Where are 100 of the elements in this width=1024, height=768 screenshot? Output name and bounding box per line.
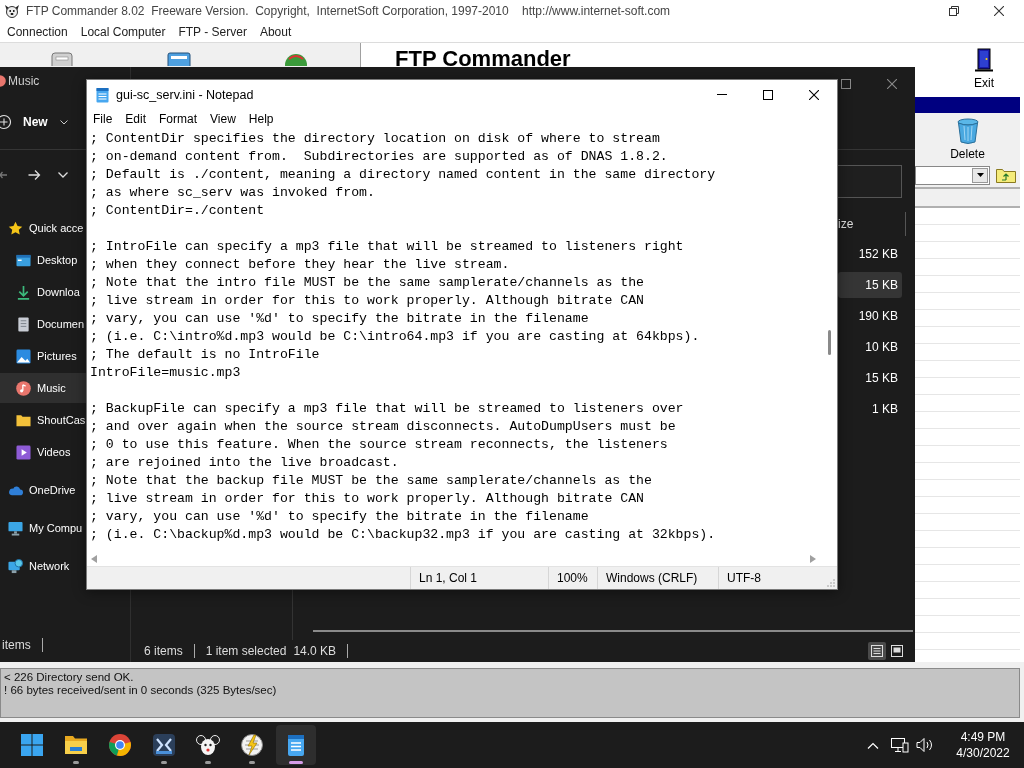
file-size-cell[interactable]: 1 KB [838,395,902,422]
scrollbar-thumb[interactable] [827,330,831,355]
menu-item[interactable]: Connection [7,25,68,39]
exit-button[interactable]: Exit [950,43,1018,97]
text-line: ; (i.e. C:\intro%d.mp3 would be C:\intro64.mp3 if you are casting at 64kbps). [90,328,700,346]
minimize-icon [717,94,727,95]
network-icon [8,558,23,574]
view-button[interactable] [868,642,886,660]
picture-icon [16,348,31,364]
file-size-cell[interactable]: 15 KB [838,271,902,298]
folder-icon [64,733,88,757]
scroll-right-icon[interactable] [810,554,816,563]
file-size-cell[interactable]: 15 KB [838,364,902,391]
resize-grip-icon[interactable] [827,579,835,587]
status-text: 14.0 KB [293,644,337,658]
nav-item[interactable]: My Compu [0,513,86,543]
monitor-icon[interactable] [166,50,192,66]
text-line: ; vary, you can use '%d' to specify the bitrate in the filename [90,310,589,328]
desktop-icon [16,252,31,268]
text-line: ; as where sc_serv was invoked from. [90,184,375,202]
menu-item[interactable]: About [259,25,292,39]
window-title: gui-sc_serv.ini - Notepad [116,87,254,102]
new-button[interactable]: New [0,106,74,138]
clock-date: 4/30/2022 [956,745,1010,761]
nav-item[interactable]: Quick acce [0,213,86,243]
maximize-icon [763,89,773,100]
text-line: ; 0 to use this feature. When the source stream reconnects, the listeners [90,436,668,454]
file-size-cell[interactable]: 152 KB [838,240,902,267]
folder-up-icon[interactable] [996,167,1016,183]
menu-item[interactable]: Local Computer [80,25,166,39]
zoom-level: 100% [557,571,588,585]
download-icon [16,284,31,300]
text-line: ; vary, you can use '%d' to specify the bitrate in the filename [90,508,589,526]
lightning-disc-icon [240,733,264,757]
text-line: ; when they connect before they hear the live stream. [90,256,510,274]
tile-view-icon [891,645,903,657]
document-icon [16,316,31,332]
music-note-icon [16,380,31,396]
nav-item[interactable]: OneDrive [0,475,86,505]
forward-arrow-icon[interactable] [28,169,41,181]
nav-item[interactable]: Network [0,551,86,581]
notepad-icon [96,86,109,103]
network-icon[interactable] [891,737,909,753]
scrollbar-thumb[interactable] [313,630,913,632]
nav-item[interactable]: Documen [0,309,86,339]
back-arrow-icon[interactable] [0,169,8,181]
star-icon [8,220,23,236]
chevron-up-icon[interactable] [867,741,879,749]
clock-time: 4:49 PM [960,729,1006,745]
search-field[interactable] [838,165,902,198]
menu-item[interactable]: Edit [125,112,147,126]
path-dropdown[interactable] [915,165,990,185]
text-line: ; live stream in order for this to work properly. Although bitrate CAN [90,292,644,310]
nav-item[interactable]: Desktop [0,245,86,275]
text-line: ; ContentDir specifies the directory location on disk of where to stream [90,130,660,148]
restore-icon [948,6,959,16]
status-text: items [2,638,31,652]
text-line: ; Default is ./content, meaning a directory named content in the same directory [90,166,716,184]
file-size-cell[interactable]: 190 KB [838,302,902,329]
text-line: ; The default is no IntroFile [90,346,320,364]
animal-face-icon [4,3,20,19]
window-title: FTP Commander 8.02 Freeware Version. Copyright, InternetSoft Corporation, 1997-2010 http://www.internet-soft.com [26,4,671,18]
door-icon [974,48,994,72]
menu-item[interactable]: View [210,112,236,126]
nav-item[interactable]: ShoutCas [0,405,86,435]
text-line: IntroFile=music.mp3 [90,364,241,382]
text-line: ; BackupFile can specify a mp3 file that will be streamed to listeners over [90,400,684,418]
taskbar-button[interactable] [276,725,316,765]
four-squares-icon [20,733,44,757]
nav-item[interactable]: Downloa [0,277,86,307]
delete-button[interactable]: Delete [946,116,989,162]
menu-item[interactable]: File [93,112,113,126]
text-line: ; Note that the backup file MUST be the same samplerate/channels as the [90,472,652,490]
folder-icon [16,412,31,428]
close-icon [993,6,1004,16]
menu-item[interactable]: Format [159,112,198,126]
close-icon [887,78,897,89]
status-text: 1 item selected [205,644,287,658]
nav-item[interactable]: Music [0,373,86,403]
line-ending: Windows (CRLF) [606,571,698,585]
file-size-cell[interactable]: 10 KB [838,333,902,360]
speaker-icon[interactable] [916,737,934,753]
nav-item[interactable]: Videos [0,437,86,467]
column-header[interactable]: ize [838,217,854,231]
text-line: ; IntroFile can specify a mp3 file that will be streamed to listeners right [90,238,684,256]
menu-item[interactable]: Help [248,112,274,126]
view-button[interactable] [888,642,906,660]
encoding: UTF-8 [727,571,761,585]
cursor-position: Ln 1, Col 1 [419,571,478,585]
log-line: ! 66 bytes received/sent in 0 seconds (325 Bytes/sec) [4,684,278,697]
text-line: ; (i.e. C:\backup%d.mp3 would be C:\backup32.mp3 if you are casting at 32kbps). [90,526,716,544]
mouse-face-icon [196,733,220,757]
chevron-down-icon [59,119,68,125]
close-icon [809,89,819,100]
trash-can-icon [955,117,980,145]
status-text: 6 items [144,644,183,658]
menu-item[interactable]: FTP - Server [178,25,247,39]
nav-item[interactable]: Pictures [0,341,86,371]
chevron-down-icon[interactable] [58,172,68,178]
scroll-left-icon[interactable] [91,554,97,563]
